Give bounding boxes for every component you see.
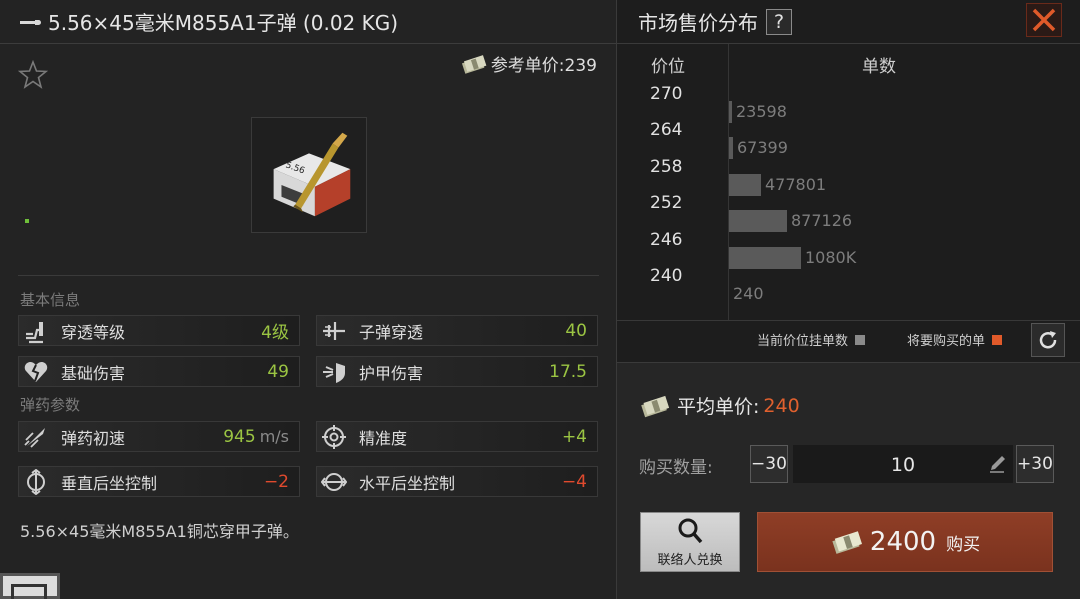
ammo-icon	[20, 18, 42, 26]
legend-current-orders: 当前价位挂单数	[757, 330, 866, 349]
divider	[617, 320, 1080, 321]
increase-30-button[interactable]: +30	[1016, 445, 1054, 483]
legend-swatch-buy	[992, 334, 1003, 345]
bar-label-240: 240	[733, 284, 764, 303]
contact-exchange-button[interactable]: 联络人兑换	[640, 512, 740, 572]
bar-label-258: 477801	[765, 174, 827, 194]
price-tick-246: 246	[650, 229, 683, 250]
bullet-pierce-icon	[319, 316, 349, 346]
money-icon	[641, 395, 670, 417]
section-ammo-params: 弹药参数	[20, 396, 81, 414]
stat-horizontal-recoil: 水平后坐控制 −4	[316, 466, 598, 497]
decrease-30-button[interactable]: −30	[750, 445, 788, 483]
price-tick-270: 270	[650, 84, 683, 104]
bar-label-270: 23598	[736, 102, 787, 121]
stat-accuracy: 精准度 +4	[316, 421, 598, 452]
quantity-input[interactable]: 10	[793, 445, 1013, 483]
bar-252	[729, 210, 787, 233]
velocity-icon	[21, 422, 51, 452]
status-dot	[25, 219, 29, 223]
market-panel: 市场售价分布 ? 价位 单数 270 23598 264 67399 258 477801…	[617, 0, 1080, 599]
reference-price: 参考单价:239	[460, 51, 597, 76]
stat-bullet-penetration: 子弹穿透 40	[316, 315, 598, 346]
horizontal-recoil-icon	[319, 467, 349, 497]
count-column-header: 单数	[862, 57, 896, 77]
crosshair-icon	[319, 422, 349, 452]
stat-armor-damage: 护甲伤害 17.5	[316, 356, 598, 387]
close-button[interactable]	[1026, 3, 1062, 37]
average-price-value: 240	[763, 394, 800, 417]
item-title-bar: 5.56×45毫米M855A1子弹 (0.02 KG)	[0, 0, 617, 44]
bar-246	[729, 246, 801, 269]
divider	[18, 275, 599, 276]
buy-total: 2400	[869, 527, 937, 557]
favorite-star-icon[interactable]	[18, 60, 48, 90]
bar-264	[729, 137, 733, 160]
price-tick-264: 264	[650, 120, 683, 141]
pencil-icon[interactable]	[988, 455, 1008, 473]
stat-penetration-level: 穿透等级 4级	[18, 315, 300, 346]
bar-label-252: 877126	[791, 211, 853, 231]
search-icon	[678, 518, 703, 543]
help-button[interactable]: ?	[766, 8, 792, 35]
bar-270	[729, 101, 732, 123]
item-image: 5.56	[251, 117, 367, 233]
price-tick-258: 258	[650, 156, 683, 177]
stat-base-damage: 基础伤害 49	[18, 356, 300, 387]
market-header: 市场售价分布 ?	[617, 0, 1080, 44]
penetration-icon	[21, 316, 51, 346]
market-title: 市场售价分布	[638, 11, 758, 35]
armor-damage-icon	[319, 357, 349, 387]
buy-button[interactable]: 2400 购买	[757, 512, 1053, 572]
price-tick-252: 252	[650, 193, 683, 214]
item-description: 5.56×45毫米M855A1铜芯穿甲子弹。	[20, 522, 299, 541]
bar-label-246: 1080K	[805, 247, 857, 267]
section-basic-info: 基本信息	[20, 291, 81, 309]
price-tick-240: 240	[650, 266, 683, 286]
vertical-recoil-icon	[21, 467, 51, 497]
buy-label: 购买	[946, 534, 981, 555]
bar-258	[729, 173, 761, 196]
stat-vertical-recoil: 垂直后坐控制 −2	[18, 466, 300, 497]
inventory-slot-icon[interactable]	[0, 573, 60, 599]
legend-swatch-current	[855, 334, 866, 345]
money-icon	[832, 531, 862, 554]
reference-price-text: 参考单价:239	[490, 56, 597, 76]
item-title: 5.56×45毫米M855A1子弹 (0.02 KG)	[48, 11, 399, 35]
bar-label-264: 67399	[737, 138, 788, 158]
money-icon	[461, 54, 487, 74]
refresh-button[interactable]	[1031, 323, 1065, 357]
broken-heart-icon	[21, 357, 51, 387]
price-column-header: 价位	[651, 57, 685, 77]
item-detail-panel: 5.56×45毫米M855A1子弹 (0.02 KG) 参考单价:239 5.5…	[0, 0, 617, 599]
close-icon	[1032, 8, 1056, 32]
stat-muzzle-velocity: 弹药初速 945 m/s	[18, 421, 300, 452]
legend-buy-orders: 将要购买的单	[907, 330, 1003, 349]
quantity-label: 购买数量:	[639, 458, 713, 478]
refresh-icon	[1039, 331, 1057, 349]
average-price: 平均单价: 240	[639, 392, 800, 419]
ammo-box-icon: 5.56	[273, 132, 351, 217]
